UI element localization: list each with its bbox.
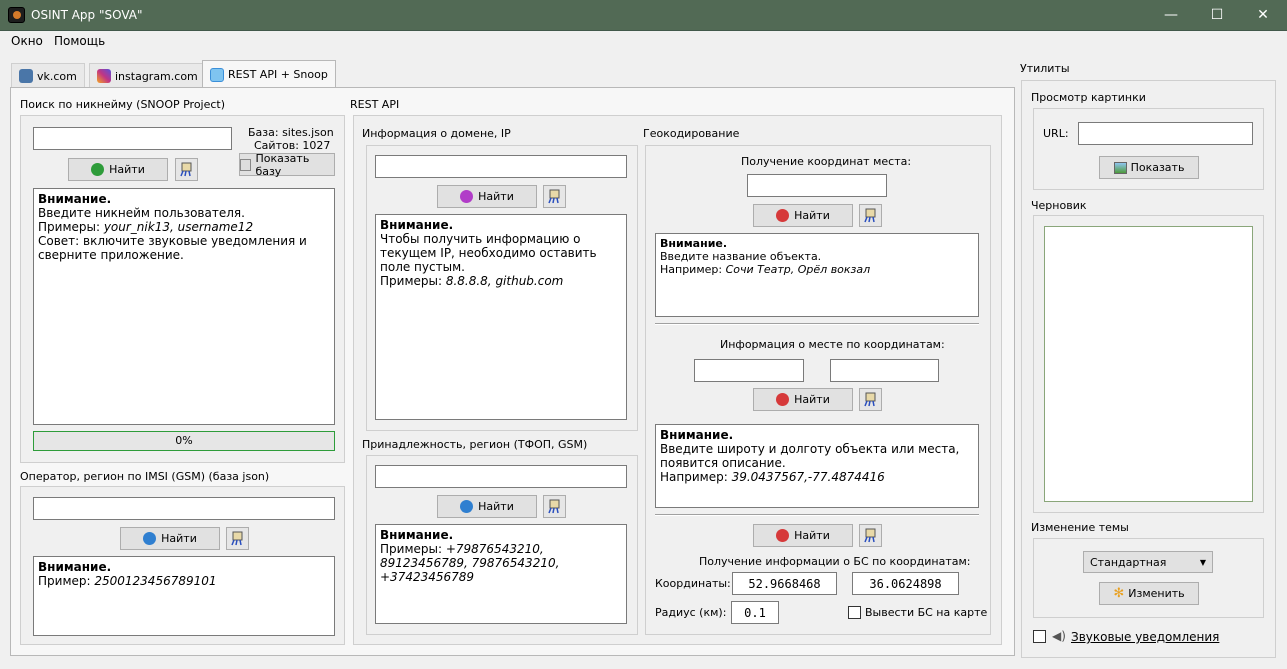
theme-select[interactable]: Стандартная ▼ xyxy=(1083,551,1213,573)
imsi-find-button[interactable]: Найти xyxy=(120,527,220,550)
tab-rest-api[interactable]: REST API + Snoop xyxy=(202,60,336,88)
imsi-clear-button[interactable] xyxy=(226,527,249,550)
phone-title: Принадлежность, регион (ТФОП, GSM) xyxy=(362,438,588,451)
tab-label: REST API + Snoop xyxy=(228,68,328,81)
coords-label: Координаты: xyxy=(655,577,731,590)
tab-label: vk.com xyxy=(37,69,77,83)
play-icon xyxy=(776,209,790,222)
geo-output-2[interactable]: Внимание. Введите широту и долготу объек… xyxy=(655,424,979,508)
snoop-base-label: База: sites.json xyxy=(248,126,334,139)
phone-clear-button[interactable] xyxy=(543,495,566,518)
snoop-find-button[interactable]: Найти xyxy=(68,158,168,181)
broom-icon xyxy=(864,528,876,543)
latitude-input[interactable] xyxy=(694,359,804,382)
draft-title: Черновик xyxy=(1031,199,1087,212)
theme-title: Изменение темы xyxy=(1031,521,1129,534)
broom-icon xyxy=(864,392,876,407)
bs-longitude-field[interactable]: 36.0624898 xyxy=(852,572,959,595)
geo-clear-button[interactable] xyxy=(859,204,882,227)
app-icon xyxy=(8,7,25,23)
play-icon xyxy=(776,529,790,542)
title-bar[interactable]: OSINT App "SOVA" — ☐ ✕ xyxy=(0,0,1287,31)
domain-output[interactable]: Внимание. Чтобы получить информацию о те… xyxy=(375,214,627,420)
instagram-icon xyxy=(97,69,111,83)
broom-icon xyxy=(548,189,560,204)
domain-title: Информация о домене, IP xyxy=(362,127,511,140)
chevron-down-icon: ▼ xyxy=(1199,557,1206,567)
rest-api-icon xyxy=(210,67,224,82)
snoop-clear-button[interactable] xyxy=(175,158,198,181)
utils-title: Утилиты xyxy=(1020,62,1070,75)
close-button[interactable]: ✕ xyxy=(1240,0,1286,31)
geo-find-button[interactable]: Найти xyxy=(753,204,853,227)
domain-find-button[interactable]: Найти xyxy=(437,185,537,208)
menu-window[interactable]: Окно xyxy=(11,34,43,48)
snoop-sites-label: Сайтов: 1027 xyxy=(254,139,331,152)
imsi-output[interactable]: Внимание. Пример: 250012345678910​1 xyxy=(33,556,335,636)
show-image-button[interactable]: Показать xyxy=(1099,156,1199,179)
get-coords-label: Получение координат места: xyxy=(741,155,912,168)
rest-api-title: REST API xyxy=(350,98,400,111)
menu-help[interactable]: Помощь xyxy=(54,34,105,48)
broom-icon xyxy=(180,162,192,177)
nickname-input[interactable] xyxy=(33,127,232,150)
domain-input[interactable] xyxy=(375,155,627,178)
place-info-clear-button[interactable] xyxy=(859,388,882,411)
domain-clear-button[interactable] xyxy=(543,185,566,208)
snoop-title: Поиск по никнейму (SNOOP Project) xyxy=(20,98,226,111)
snoop-output[interactable]: Внимание. Введите никнейм пользователя. … xyxy=(33,188,335,425)
phone-output[interactable]: Внимание. Примеры: +79876543210, 8912345… xyxy=(375,524,627,624)
image-view-title: Просмотр картинки xyxy=(1031,91,1146,104)
imsi-title: Оператор, регион по IMSI (GSM) (база jso… xyxy=(20,470,270,483)
vk-icon xyxy=(19,69,33,83)
change-theme-button[interactable]: ✻ Изменить xyxy=(1099,582,1199,605)
divider xyxy=(655,323,979,325)
phone-find-button[interactable]: Найти xyxy=(437,495,537,518)
bs-label: Получение информации о БС по координатам… xyxy=(699,555,971,568)
place-name-input[interactable] xyxy=(747,174,887,197)
tab-label: instagram.com xyxy=(115,69,198,83)
theme-group xyxy=(1033,538,1264,618)
tab-vk[interactable]: vk.com xyxy=(11,63,85,88)
tab-instagram[interactable]: instagram.com xyxy=(89,63,206,88)
bs-clear-button[interactable] xyxy=(859,524,882,547)
image-icon xyxy=(1113,161,1127,174)
play-icon xyxy=(91,163,105,176)
play-icon xyxy=(143,532,157,545)
play-icon xyxy=(776,393,790,406)
radius-label: Радиус (км): xyxy=(655,606,727,619)
geo-title: Геокодирование xyxy=(643,127,740,140)
snoop-progress-bar: 0% xyxy=(33,431,335,451)
imsi-input[interactable] xyxy=(33,497,335,520)
place-info-find-button[interactable]: Найти xyxy=(753,388,853,411)
url-input[interactable] xyxy=(1078,122,1253,145)
phone-input[interactable] xyxy=(375,465,627,488)
broom-icon xyxy=(231,531,243,546)
menu-bar: Окно Помощь xyxy=(0,31,1287,52)
bs-find-button[interactable]: Найти xyxy=(753,524,853,547)
play-icon xyxy=(460,190,474,203)
longitude-input[interactable] xyxy=(830,359,939,382)
minimize-button[interactable]: — xyxy=(1148,0,1194,31)
sound-checkbox[interactable] xyxy=(1033,630,1046,643)
database-icon xyxy=(240,158,252,171)
divider xyxy=(655,514,979,516)
url-label: URL: xyxy=(1043,127,1069,140)
place-info-label: Информация о месте по координатам: xyxy=(720,338,945,351)
sound-label[interactable]: Звуковые уведомления xyxy=(1071,630,1219,644)
maximize-button[interactable]: ☐ xyxy=(1194,0,1240,31)
geo-output-1[interactable]: Внимание. Введите название объекта. Напр… xyxy=(655,233,979,317)
speaker-icon: ◀) xyxy=(1052,629,1066,643)
broom-icon xyxy=(864,208,876,223)
play-icon xyxy=(460,500,474,513)
show-map-label: Вывести БС на карте xyxy=(865,606,988,619)
show-base-button[interactable]: Показать базу xyxy=(239,152,335,178)
show-map-checkbox[interactable] xyxy=(848,606,861,619)
gear-icon: ✻ xyxy=(1113,586,1125,601)
radius-field[interactable]: 0.1 xyxy=(731,601,779,624)
draft-textarea[interactable] xyxy=(1044,226,1253,502)
window-title: OSINT App "SOVA" xyxy=(31,8,143,22)
broom-icon xyxy=(548,499,560,514)
bs-latitude-field[interactable]: 52.9668468 xyxy=(732,572,837,595)
